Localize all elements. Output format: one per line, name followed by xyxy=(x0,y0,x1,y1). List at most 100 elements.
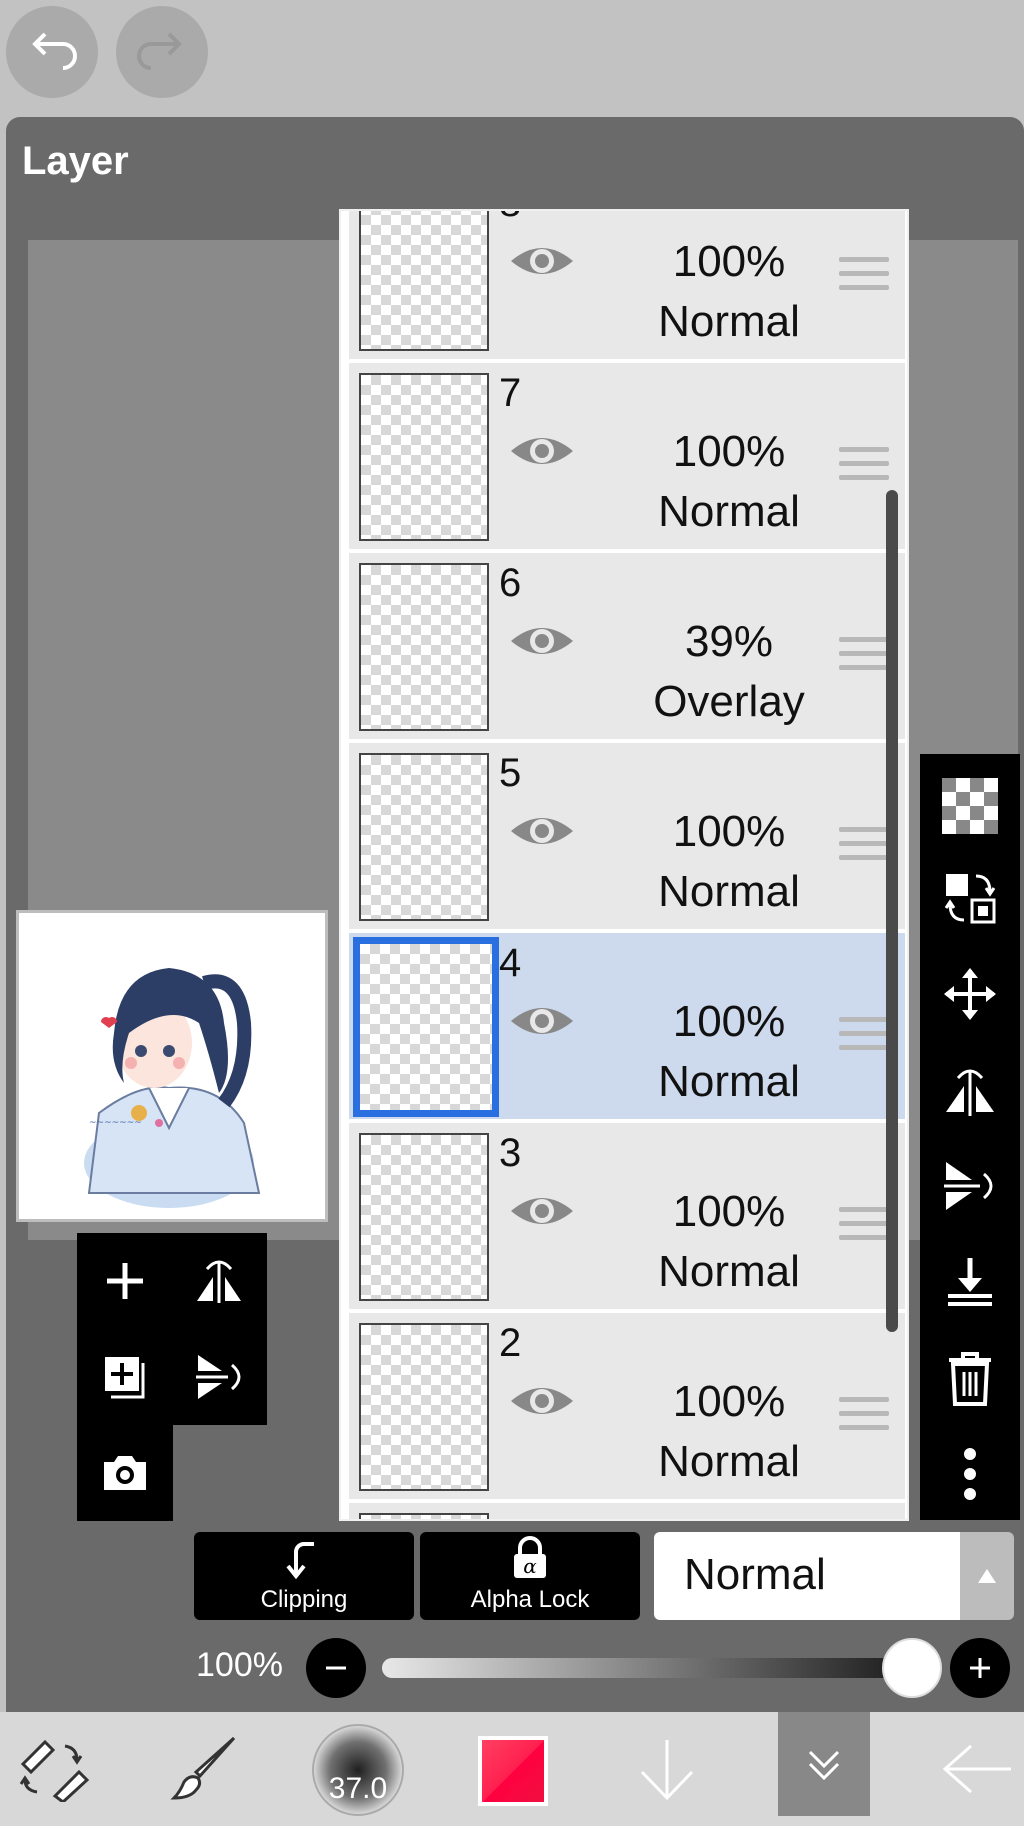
svg-text:α: α xyxy=(523,1554,537,1578)
add-layer-button[interactable] xyxy=(77,1233,173,1329)
layer-thumbnail[interactable] xyxy=(359,1133,489,1301)
visibility-toggle[interactable] xyxy=(509,241,575,286)
more-options-button[interactable] xyxy=(920,1426,1020,1522)
visibility-toggle[interactable] xyxy=(509,811,575,856)
layer-number: 8 xyxy=(499,211,521,226)
artwork-thumbnail: ~~~~~~~ xyxy=(84,968,261,1208)
brush-icon xyxy=(170,1736,236,1800)
drag-handle-icon[interactable] xyxy=(839,637,889,679)
blend-mode-select[interactable]: Normal xyxy=(654,1532,960,1620)
layer-number: 6 xyxy=(499,561,522,605)
layer-thumbnail[interactable] xyxy=(359,1513,489,1519)
collapse-panel-button[interactable] xyxy=(778,1712,870,1816)
right-toolbar xyxy=(920,754,1020,1520)
left-toolbar xyxy=(77,1233,267,1521)
trash-icon xyxy=(949,1352,991,1406)
more-vertical-icon xyxy=(964,1448,976,1500)
arrow-left-icon xyxy=(942,1744,1011,1794)
move-button[interactable] xyxy=(920,946,1020,1042)
eye-icon xyxy=(511,1008,573,1034)
drag-handle-icon[interactable] xyxy=(839,257,889,299)
drag-handle-icon[interactable] xyxy=(839,827,889,869)
drag-handle-icon[interactable] xyxy=(839,1207,889,1249)
layer-row-partial[interactable] xyxy=(349,1503,905,1519)
delete-layer-button[interactable] xyxy=(920,1330,1020,1426)
layer-thumbnail[interactable] xyxy=(359,563,489,731)
merge-down-button[interactable] xyxy=(920,1234,1020,1330)
opacity-decrease-button[interactable] xyxy=(306,1638,366,1698)
layer-thumbnail[interactable] xyxy=(359,1323,489,1491)
clipping-button[interactable]: Clipping xyxy=(194,1532,414,1620)
flip-horizontal-icon xyxy=(197,1260,241,1303)
clipping-label: Clipping xyxy=(260,1586,348,1613)
color-swatch[interactable] xyxy=(478,1736,548,1806)
layer-number: 3 xyxy=(499,1131,522,1175)
transform-eraser-icon xyxy=(19,1739,90,1802)
layer-list[interactable]: 8 100% Normal 7 100% Normal 6 39% Overlay 5 100% No… xyxy=(339,209,909,1521)
layer-row[interactable]: 4 100% Normal xyxy=(349,933,905,1121)
layer-blend-mode: Normal xyxy=(658,1247,800,1296)
lock-alpha-icon: α xyxy=(514,1536,546,1578)
layer-row[interactable]: 7 100% Normal xyxy=(349,363,905,551)
layer-opacity: 100% xyxy=(672,997,786,1046)
arrow-down-icon xyxy=(640,1740,694,1801)
layer-row[interactable]: 2 100% Normal xyxy=(349,1313,905,1501)
layer-thumbnail[interactable] xyxy=(359,211,489,351)
swap-icon xyxy=(944,874,996,924)
opacity-slider-track[interactable] xyxy=(382,1658,912,1678)
layer-thumbnail[interactable] xyxy=(359,373,489,541)
flip-horizontal-button[interactable] xyxy=(171,1233,267,1329)
layer-number: 4 xyxy=(499,941,522,985)
flip-horizontal-right-button[interactable] xyxy=(920,1042,1020,1138)
drag-handle-icon[interactable] xyxy=(839,1397,889,1439)
redo-button[interactable] xyxy=(116,6,208,98)
opacity-label: 100% xyxy=(196,1646,283,1684)
layer-blend-mode: Normal xyxy=(658,867,800,916)
layer-opacity: 100% xyxy=(672,1377,786,1426)
opacity-increase-button[interactable] xyxy=(950,1638,1010,1698)
clipping-icon xyxy=(286,1542,314,1580)
layer-thumbnail[interactable] xyxy=(359,753,489,921)
blend-mode-dropdown-arrow[interactable] xyxy=(960,1532,1014,1620)
layer-row[interactable]: 8 100% Normal xyxy=(349,211,905,361)
merge-down-icon xyxy=(948,1258,992,1306)
layer-number: 7 xyxy=(499,371,522,415)
duplicate-layer-button[interactable] xyxy=(77,1329,173,1425)
layer-opacity: 100% xyxy=(672,807,786,856)
camera-icon xyxy=(104,1456,146,1490)
drag-handle-icon[interactable] xyxy=(839,447,889,489)
triangle-up-icon xyxy=(978,1569,996,1583)
brush-size-value: 37.0 xyxy=(328,1772,388,1805)
eye-icon xyxy=(511,438,573,464)
brush-tool-button[interactable] xyxy=(168,1712,242,1826)
camera-button[interactable] xyxy=(77,1425,173,1521)
undo-button[interactable] xyxy=(6,6,98,98)
visibility-toggle[interactable] xyxy=(509,1001,575,1046)
canvas-preview[interactable]: ~~~~~~~ xyxy=(16,910,328,1222)
visibility-toggle[interactable] xyxy=(509,1191,575,1236)
layer-row[interactable]: 6 39% Overlay xyxy=(349,553,905,741)
layer-list-scrollbar[interactable] xyxy=(886,490,898,1332)
drag-handle-icon[interactable] xyxy=(839,1017,889,1059)
transparency-button[interactable] xyxy=(920,758,1020,854)
alpha-lock-button[interactable]: α Alpha Lock xyxy=(420,1532,640,1620)
layer-blend-mode: Overlay xyxy=(653,677,805,726)
visibility-toggle[interactable] xyxy=(509,621,575,666)
selection-tool-button[interactable] xyxy=(14,1712,94,1826)
flip-vertical-button[interactable] xyxy=(171,1329,267,1425)
layer-down-button[interactable] xyxy=(632,1712,702,1826)
layer-row[interactable]: 5 100% Normal xyxy=(349,743,905,931)
layer-number: 2 xyxy=(499,1321,522,1365)
brush-size-button[interactable]: 37.0 xyxy=(312,1724,404,1816)
redo-icon xyxy=(137,32,182,70)
visibility-toggle[interactable] xyxy=(509,431,575,476)
flip-vertical-right-button[interactable] xyxy=(920,1138,1020,1234)
bottom-toolbar: 37.0 xyxy=(0,1712,1024,1826)
layer-opacity: 100% xyxy=(672,1187,786,1236)
swap-layer-button[interactable] xyxy=(920,850,1020,946)
layer-row[interactable]: 3 100% Normal xyxy=(349,1123,905,1311)
back-button[interactable] xyxy=(940,1712,1014,1826)
layer-thumbnail[interactable] xyxy=(353,937,499,1117)
opacity-slider-thumb[interactable] xyxy=(882,1638,942,1698)
visibility-toggle[interactable] xyxy=(509,1381,575,1426)
